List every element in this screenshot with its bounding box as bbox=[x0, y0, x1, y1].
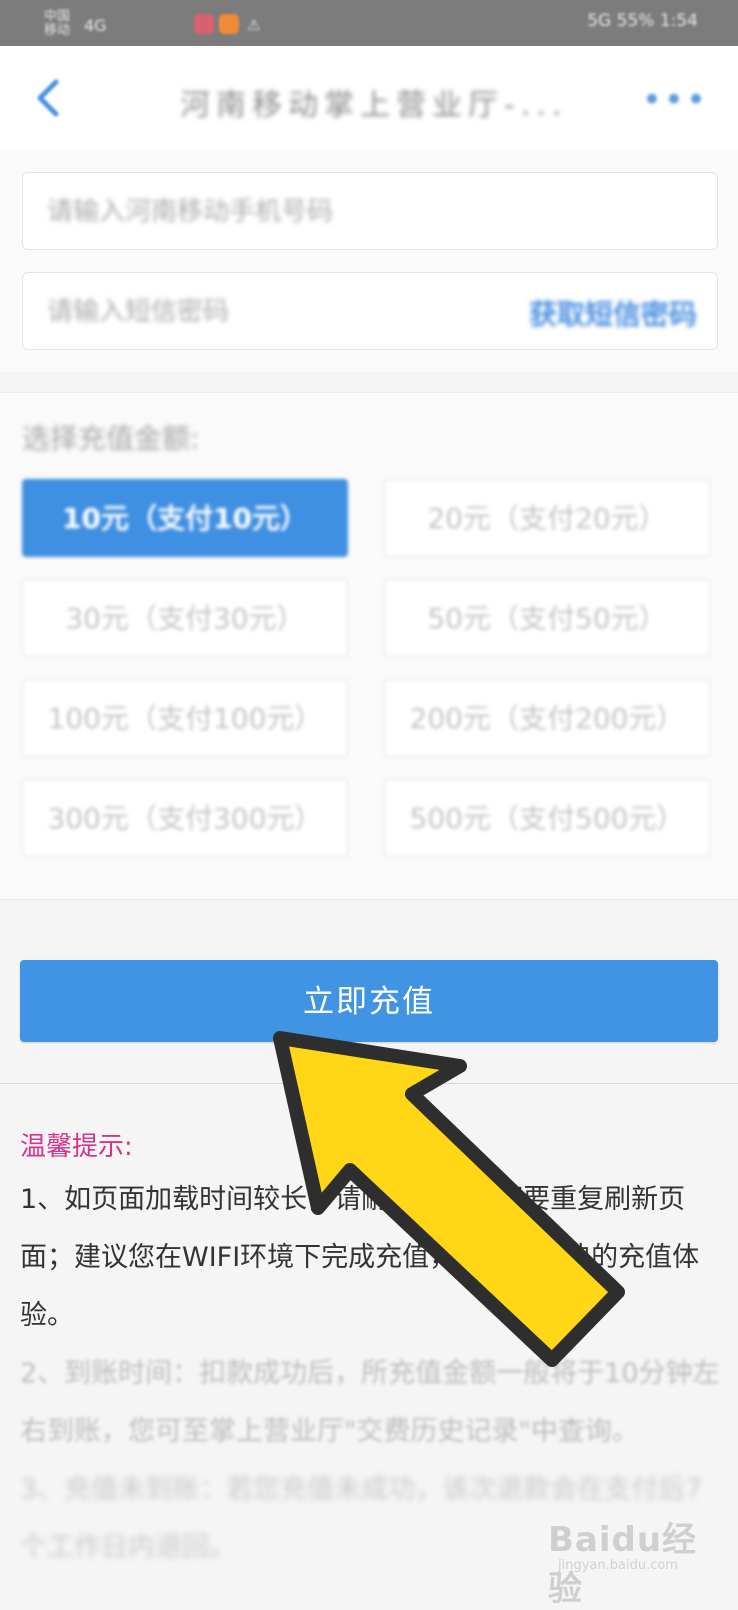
back-button[interactable] bbox=[32, 76, 72, 120]
sms-code-input[interactable] bbox=[45, 291, 489, 333]
notification-icon: ⚠ bbox=[247, 16, 261, 34]
phone-field[interactable] bbox=[22, 172, 718, 250]
baidu-watermark: Baidu经验 jingyan.baidu.com bbox=[538, 1508, 698, 1609]
status-left: 中国移动 4G ⚠ bbox=[44, 8, 260, 38]
tips-title: 温馨提示: bbox=[20, 1132, 133, 1162]
top-navbar: 河南移动掌上营业厅-... ••• bbox=[0, 46, 738, 151]
carrier-label: 中国移动 bbox=[44, 9, 71, 38]
amount-option-300[interactable]: 300元（支付300元） bbox=[22, 779, 348, 857]
amount-option-30[interactable]: 30元（支付30元） bbox=[22, 579, 348, 657]
more-menu-button[interactable]: ••• bbox=[642, 80, 708, 120]
login-form: 获取短信密码 bbox=[0, 150, 738, 372]
app-notification-icon bbox=[219, 14, 239, 34]
app-notification-icon bbox=[194, 14, 214, 34]
status-right: 5G 55% 1:54 bbox=[587, 11, 698, 31]
tip-item: 1、如页面加载时间较长，请耐心等待，不要重复刷新页面；建议您在WIFI环境下完成… bbox=[20, 1184, 700, 1331]
sms-field[interactable]: 获取短信密码 bbox=[22, 272, 718, 350]
amount-option-500[interactable]: 500元（支付500元） bbox=[384, 779, 710, 857]
amount-label: 选择充值金额: bbox=[22, 422, 200, 455]
status-bar: 中国移动 4G ⚠ 5G 55% 1:54 bbox=[0, 0, 738, 46]
phone-input[interactable] bbox=[45, 191, 489, 233]
page-title: 河南移动掌上营业厅-... bbox=[180, 88, 568, 123]
amount-option-50[interactable]: 50元（支付50元） bbox=[384, 579, 710, 657]
amount-option-10[interactable]: 10元（支付10元） bbox=[22, 479, 348, 557]
amount-option-100[interactable]: 100元（支付100元） bbox=[22, 679, 348, 757]
divider bbox=[0, 1083, 738, 1084]
watermark-url: jingyan.baidu.com bbox=[558, 1558, 678, 1573]
tip-item: 2、到账时间：扣款成功后，所充值金额一般将于10分钟左右到账，您可至掌上营业厅"… bbox=[20, 1358, 720, 1447]
amount-option-20[interactable]: 20元（支付20元） bbox=[384, 479, 710, 557]
signal-icon: 4G bbox=[84, 16, 107, 35]
amount-option-200[interactable]: 200元（支付200元） bbox=[384, 679, 710, 757]
back-arrow-icon bbox=[37, 79, 59, 117]
get-sms-code-link[interactable]: 获取短信密码 bbox=[529, 293, 697, 333]
recharge-now-button[interactable]: 立即充值 bbox=[20, 960, 718, 1042]
amount-selector: 选择充值金额: 10元（支付10元） 20元（支付20元） 30元（支付30元）… bbox=[0, 392, 738, 900]
